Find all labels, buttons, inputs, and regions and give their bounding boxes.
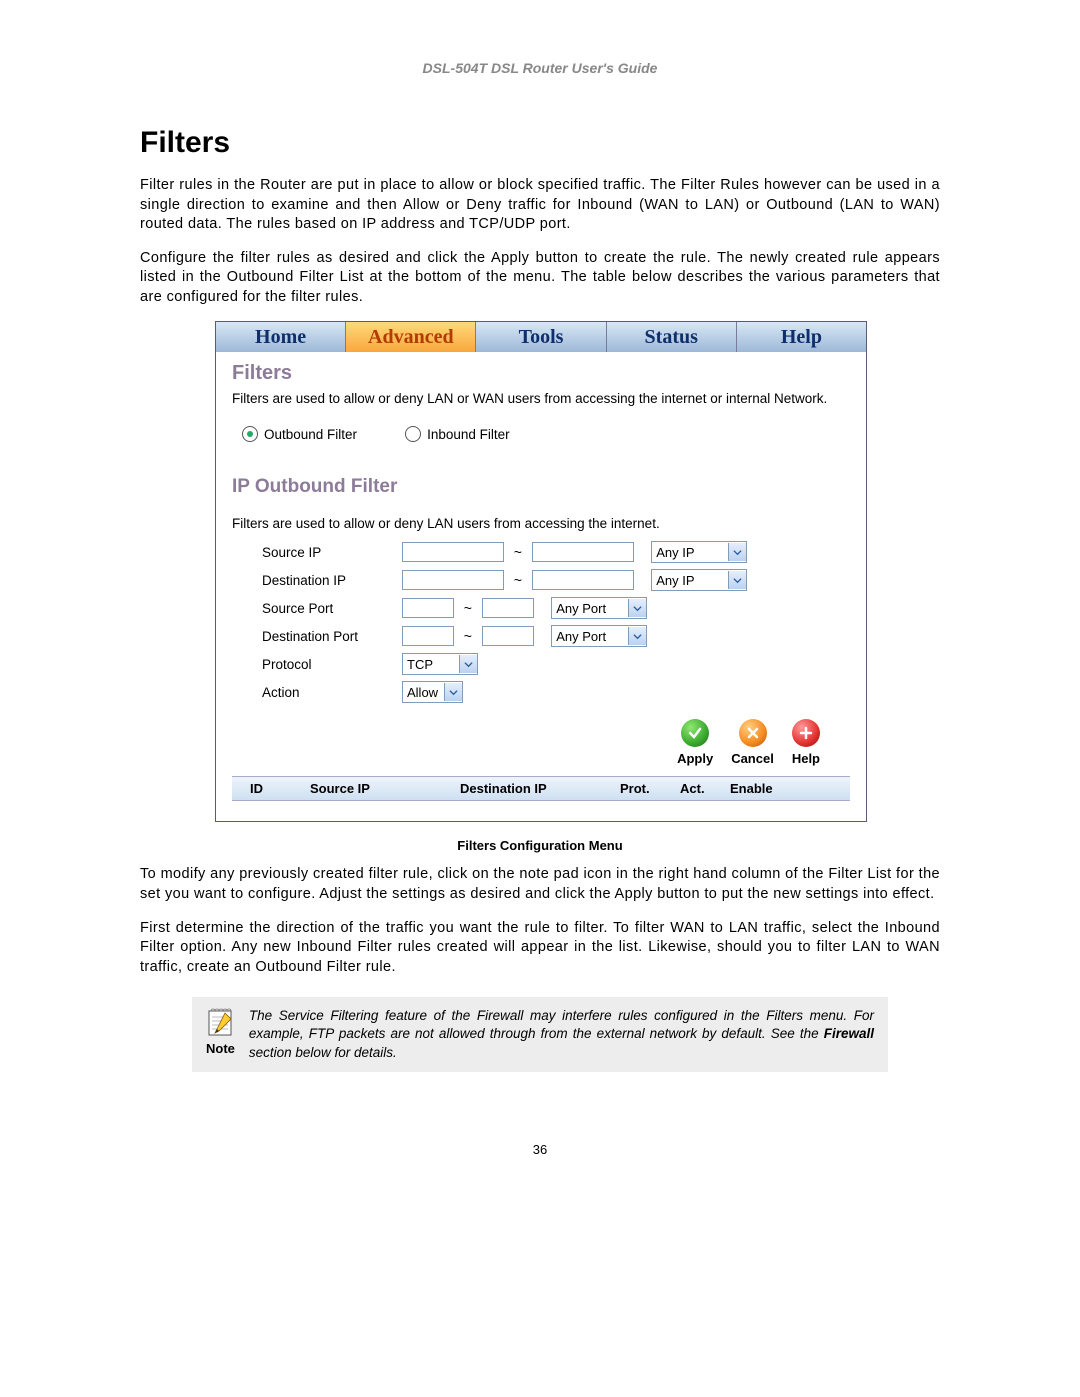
help-button[interactable]: Help [792, 719, 820, 766]
tab-status[interactable]: Status [607, 322, 737, 352]
chevron-down-icon [628, 627, 646, 645]
label-destination-port: Destination Port [262, 629, 402, 644]
tab-advanced[interactable]: Advanced [346, 322, 476, 352]
radio-inbound[interactable]: Inbound Filter [405, 426, 510, 442]
source-port-type-select[interactable]: Any Port [551, 597, 647, 619]
chevron-down-icon [728, 571, 746, 589]
action-select[interactable]: Allow [402, 681, 463, 703]
label-source-port: Source Port [262, 601, 402, 616]
paragraph-4: First determine the direction of the tra… [140, 919, 940, 978]
x-icon [739, 719, 767, 747]
label-action: Action [262, 685, 402, 700]
subsection-description: Filters are used to allow or deny LAN us… [232, 516, 850, 531]
panel-title: Filters [232, 362, 850, 385]
apply-label: Apply [677, 751, 713, 766]
source-ip-start-input[interactable] [402, 542, 504, 562]
chevron-down-icon [628, 599, 646, 617]
range-separator: ~ [514, 544, 522, 560]
section-heading: Filters [140, 126, 940, 160]
source-port-end-input[interactable] [482, 598, 534, 618]
col-destination-ip: Destination IP [460, 781, 620, 796]
tab-bar: Home Advanced Tools Status Help [216, 322, 866, 352]
col-action: Act. [680, 781, 730, 796]
protocol-select[interactable]: TCP [402, 653, 478, 675]
radio-selected-icon [242, 426, 258, 442]
select-value: Allow [407, 685, 438, 700]
col-id: ID [240, 781, 310, 796]
label-source-ip: Source IP [262, 545, 402, 560]
col-enable: Enable [730, 781, 790, 796]
router-screenshot: Home Advanced Tools Status Help Filters … [215, 321, 865, 822]
dest-port-start-input[interactable] [402, 626, 454, 646]
cancel-label: Cancel [731, 751, 774, 766]
intro-paragraph-1: Filter rules in the Router are put in pl… [140, 176, 940, 235]
check-icon [681, 719, 709, 747]
plus-icon [792, 719, 820, 747]
note-text: The Service Filtering feature of the Fir… [249, 1007, 874, 1062]
chevron-down-icon [444, 683, 462, 701]
select-value: Any IP [656, 573, 694, 588]
radio-inbound-label: Inbound Filter [427, 427, 510, 442]
notepad-icon [207, 1007, 233, 1037]
select-value: Any IP [656, 545, 694, 560]
paragraph-3: To modify any previously created filter … [140, 865, 940, 904]
select-value: Any Port [556, 601, 606, 616]
doc-header: DSL-504T DSL Router User's Guide [140, 60, 940, 76]
label-destination-ip: Destination IP [262, 573, 402, 588]
range-separator: ~ [464, 628, 472, 644]
note-label: Note [206, 1041, 235, 1056]
col-source-ip: Source IP [310, 781, 460, 796]
chevron-down-icon [459, 655, 477, 673]
select-value: Any Port [556, 629, 606, 644]
page-number: 36 [140, 1142, 940, 1157]
dest-port-end-input[interactable] [482, 626, 534, 646]
apply-button[interactable]: Apply [677, 719, 713, 766]
intro-paragraph-2: Configure the filter rules as desired an… [140, 249, 940, 308]
dest-ip-type-select[interactable]: Any IP [651, 569, 747, 591]
tab-tools[interactable]: Tools [476, 322, 606, 352]
source-ip-end-input[interactable] [532, 542, 634, 562]
radio-unselected-icon [405, 426, 421, 442]
radio-outbound-label: Outbound Filter [264, 427, 357, 442]
screenshot-caption: Filters Configuration Menu [140, 838, 940, 853]
source-ip-type-select[interactable]: Any IP [651, 541, 747, 563]
help-label: Help [792, 751, 820, 766]
col-protocol: Prot. [620, 781, 680, 796]
chevron-down-icon [728, 543, 746, 561]
document-page: DSL-504T DSL Router User's Guide Filters… [0, 0, 1080, 1197]
cancel-button[interactable]: Cancel [731, 719, 774, 766]
select-value: TCP [407, 657, 433, 672]
filter-list-header: ID Source IP Destination IP Prot. Act. E… [232, 776, 850, 801]
source-port-start-input[interactable] [402, 598, 454, 618]
tab-home[interactable]: Home [216, 322, 346, 352]
dest-ip-end-input[interactable] [532, 570, 634, 590]
dest-ip-start-input[interactable] [402, 570, 504, 590]
label-protocol: Protocol [262, 657, 402, 672]
subsection-title: IP Outbound Filter [232, 476, 850, 498]
panel-description: Filters are used to allow or deny LAN or… [232, 391, 850, 406]
range-separator: ~ [464, 600, 472, 616]
tab-help[interactable]: Help [737, 322, 866, 352]
radio-outbound[interactable]: Outbound Filter [242, 426, 357, 442]
range-separator: ~ [514, 572, 522, 588]
note-box: Note The Service Filtering feature of th… [192, 997, 888, 1072]
dest-port-type-select[interactable]: Any Port [551, 625, 647, 647]
